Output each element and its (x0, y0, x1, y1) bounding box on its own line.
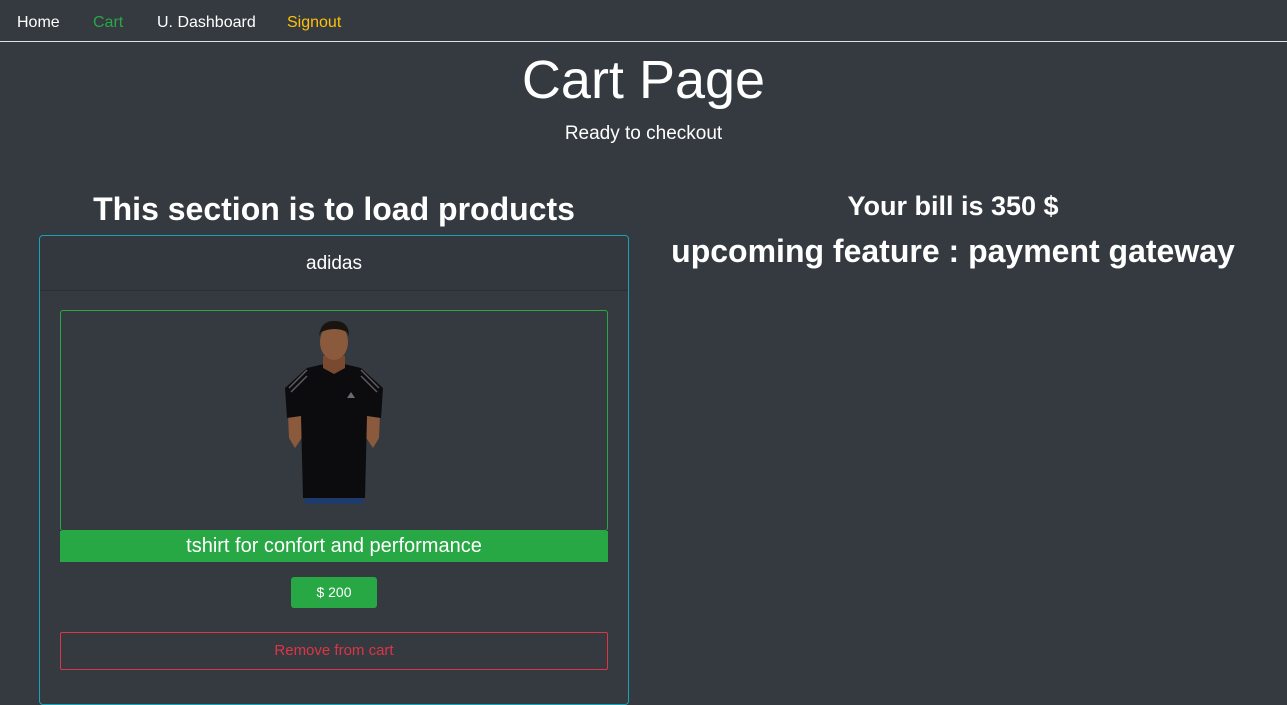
product-card: adidas tshirt for confort and performanc… (39, 235, 629, 705)
products-section-heading: This section is to load products (93, 191, 575, 227)
nav-link-signout[interactable]: Signout (287, 13, 341, 33)
page-title: Cart Page (521, 50, 766, 110)
nav-link-dashboard[interactable]: U. Dashboard (157, 13, 256, 33)
product-card-header: adidas (40, 236, 628, 291)
remove-from-cart-button[interactable]: Remove from cart (60, 632, 608, 670)
price-badge-button[interactable]: $ 200 (291, 577, 377, 608)
nav-link-home[interactable]: Home (17, 13, 60, 33)
bill-total: Your bill is 350 $ (847, 191, 1059, 221)
product-image (285, 320, 383, 504)
top-navbar: Home Cart U. Dashboard Signout (0, 0, 1287, 42)
page-subtitle: Ready to checkout (564, 123, 723, 144)
product-image-frame (60, 310, 608, 531)
product-description: tshirt for confort and performance (60, 531, 608, 562)
upcoming-feature-note: upcoming feature : payment gateway (671, 233, 1235, 269)
nav-link-cart[interactable]: Cart (93, 13, 123, 33)
